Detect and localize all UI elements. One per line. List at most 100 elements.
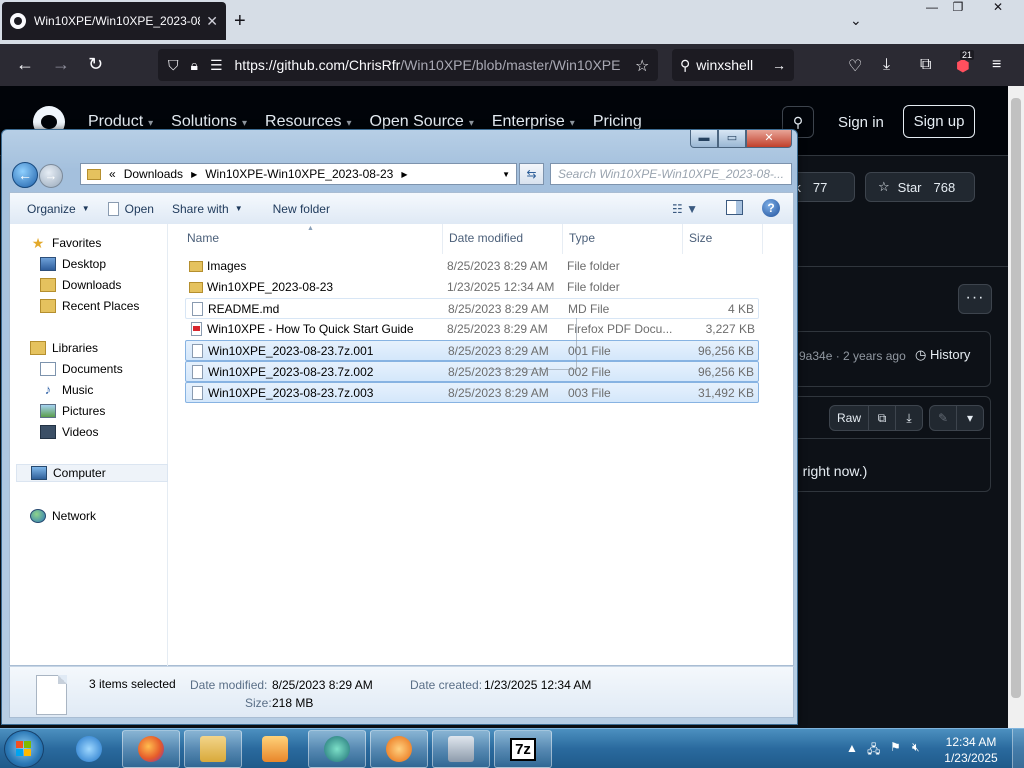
browser-minimize-button[interactable]: — <box>920 0 944 18</box>
taskbar-media-player[interactable] <box>246 730 304 768</box>
new-folder-button[interactable]: New folder <box>273 202 330 216</box>
commit-hash[interactable]: 9a34e · 2 years ago <box>799 349 906 363</box>
taskbar-internet-explorer[interactable] <box>60 730 118 768</box>
file-row[interactable]: README.md 8/25/2023 8:29 AM MD File 4 KB <box>185 298 759 319</box>
file-row[interactable]: Win10XPE - How To Quick Start Guide 8/25… <box>185 319 759 340</box>
reload-icon[interactable]: ↻ <box>88 54 103 75</box>
column-header-name[interactable]: Name <box>169 224 443 254</box>
browser-close-button[interactable]: ✕ <box>986 0 1010 18</box>
system-clock[interactable]: 12:34 AM 1/23/2025 <box>936 734 1006 766</box>
start-button[interactable] <box>4 730 44 768</box>
browser-restore-button[interactable]: ❐ <box>946 0 970 18</box>
nav-resources-label: Resources <box>265 113 342 130</box>
explorer-minimize-button[interactable]: ▬ <box>690 130 718 148</box>
url-bar[interactable]: ⛉ 🔒︎ ☰ https://github.com/ChrisRfr/Win10… <box>158 49 658 81</box>
raw-button[interactable]: Raw <box>829 405 869 431</box>
explorer-maximize-button[interactable]: ▭ <box>718 130 746 148</box>
help-icon[interactable]: ? <box>762 199 780 217</box>
file-name: Win10XPE_2023-08-23.7z.003 <box>208 386 374 400</box>
nav-computer[interactable]: Computer <box>16 464 168 482</box>
taskbar-calculator[interactable] <box>432 730 490 768</box>
page-scrollbar[interactable] <box>1008 86 1024 728</box>
tab-close-icon[interactable]: ✕ <box>206 13 218 30</box>
column-header-type[interactable]: Type <box>563 224 683 254</box>
file-row-selected[interactable]: Win10XPE_2023-08-23.7z.001 8/25/2023 8:2… <box>185 340 759 361</box>
network-tray-icon[interactable]: 🖧︎ <box>867 740 880 768</box>
search-box[interactable]: ⚲ winxshell → <box>672 49 794 81</box>
permissions-icon[interactable]: ☰ <box>210 57 223 74</box>
search-go-arrow-icon[interactable]: → <box>772 57 786 73</box>
volume-muted-icon[interactable]: 🔇︎ <box>912 740 920 768</box>
nav-desktop[interactable]: Desktop <box>40 255 106 273</box>
star-button[interactable]: ☆ Star 768 <box>865 172 975 202</box>
share-with-button[interactable]: Share with ▼ <box>172 202 243 216</box>
pocket-icon[interactable]: ♡ <box>848 56 862 76</box>
lock-icon[interactable]: 🔒︎ <box>191 57 198 74</box>
nav-favorites[interactable]: ★ Favorites <box>30 234 102 252</box>
column-header-size[interactable]: Size <box>683 224 763 254</box>
nav-recent-places[interactable]: Recent Places <box>40 297 139 315</box>
forward-button[interactable]: → <box>39 164 63 188</box>
copy-icon[interactable]: ⧉ <box>868 405 896 431</box>
new-tab-button[interactable]: + <box>234 10 246 33</box>
download-icon[interactable]: ⤓ <box>895 405 923 431</box>
shield-icon[interactable]: ⛉ <box>168 57 179 74</box>
breadcrumb-overflow[interactable]: « <box>109 167 116 181</box>
browser-tab-active[interactable]: Win10XPE/Win10XPE_2023-08-23 ✕ <box>2 2 226 40</box>
preview-pane-icon[interactable] <box>726 200 743 215</box>
nav-music[interactable]: ♪ Music <box>40 381 94 399</box>
nav-videos[interactable]: Videos <box>40 423 98 441</box>
downloads-icon[interactable]: ⤓ <box>883 56 890 74</box>
extensions-icon[interactable]: ⧉ <box>920 56 931 74</box>
refresh-icon[interactable]: ⇆ <box>519 163 544 185</box>
organize-button[interactable]: Organize ▼ <box>27 202 90 216</box>
breadcrumb-separator-icon[interactable]: ▶ <box>191 170 197 179</box>
nav-pictures[interactable]: Pictures <box>40 402 105 420</box>
address-bar[interactable]: « Downloads ▶ Win10XPE-Win10XPE_2023-08-… <box>80 163 517 185</box>
sign-in-link[interactable]: Sign in <box>838 114 884 131</box>
address-dropdown-icon[interactable]: ▼ <box>502 170 510 179</box>
show-desktop-button[interactable] <box>1012 729 1024 768</box>
column-header-date-modified[interactable]: Date modified <box>443 224 563 254</box>
sign-up-button[interactable]: Sign up <box>903 105 975 138</box>
extension-badge: 21 <box>960 50 975 60</box>
action-center-flag-icon[interactable]: ⚑ <box>890 740 901 768</box>
file-row-selected[interactable]: Win10XPE_2023-08-23.7z.002 8/25/2023 8:2… <box>185 361 759 382</box>
menu-hamburger-icon[interactable]: ≡ <box>992 56 1001 74</box>
change-view-icon[interactable]: ☷ ▼ <box>672 202 698 216</box>
file-row-selected[interactable]: Win10XPE_2023-08-23.7z.003 8/25/2023 8:2… <box>185 382 759 403</box>
back-arrow-icon[interactable]: ← <box>16 54 34 75</box>
scrollbar-thumb[interactable] <box>1011 98 1021 698</box>
search-text[interactable]: winxshell <box>696 57 753 73</box>
bookmark-star-icon[interactable]: ☆ <box>635 56 649 76</box>
more-options-button[interactable]: ··· <box>958 284 992 314</box>
open-button[interactable]: Open <box>107 201 154 216</box>
nav-documents[interactable]: Documents <box>40 360 123 378</box>
taskbar-7zip[interactable]: 7z <box>494 730 552 768</box>
file-row[interactable]: Win10XPE_2023-08-23 1/23/2025 12:34 AM F… <box>185 277 759 298</box>
file-row[interactable]: Images 8/25/2023 8:29 AM File folder <box>185 256 759 277</box>
history-link[interactable]: ◷ History <box>915 347 970 363</box>
breadcrumb-separator-icon[interactable]: ▶ <box>401 170 407 179</box>
taskbar-explorer[interactable] <box>184 730 242 768</box>
nav-libraries[interactable]: Libraries <box>30 339 98 357</box>
explorer-close-button[interactable]: ✕ <box>746 130 792 148</box>
forward-arrow-icon[interactable]: → <box>52 54 70 75</box>
url-text[interactable]: https://github.com/ChrisRfr/Win10XPE/blo… <box>235 57 648 73</box>
nav-network[interactable]: Network <box>30 507 96 525</box>
taskbar-firefox[interactable] <box>122 730 180 768</box>
open-label: Open <box>124 201 154 216</box>
nav-downloads[interactable]: Downloads <box>40 276 121 294</box>
edit-pencil-icon[interactable]: ✎ <box>929 405 957 431</box>
taskbar-app-orange[interactable] <box>370 730 428 768</box>
file-date: 8/25/2023 8:29 AM <box>448 386 549 400</box>
tab-list-chevron-icon[interactable]: ⌄ <box>850 12 862 29</box>
breadcrumb-current-folder[interactable]: Win10XPE-Win10XPE_2023-08-23 <box>205 167 393 181</box>
file-type: Firefox PDF Docu... <box>567 322 673 336</box>
search-input[interactable]: Search Win10XPE-Win10XPE_2023-08-... <box>550 163 792 185</box>
show-hidden-icons-icon[interactable]: ▲ <box>846 741 858 768</box>
breadcrumb-downloads[interactable]: Downloads <box>124 167 183 181</box>
taskbar-app-media[interactable] <box>308 730 366 768</box>
back-button[interactable]: ← <box>12 162 38 188</box>
chevron-down-icon[interactable]: ▾ <box>956 405 984 431</box>
